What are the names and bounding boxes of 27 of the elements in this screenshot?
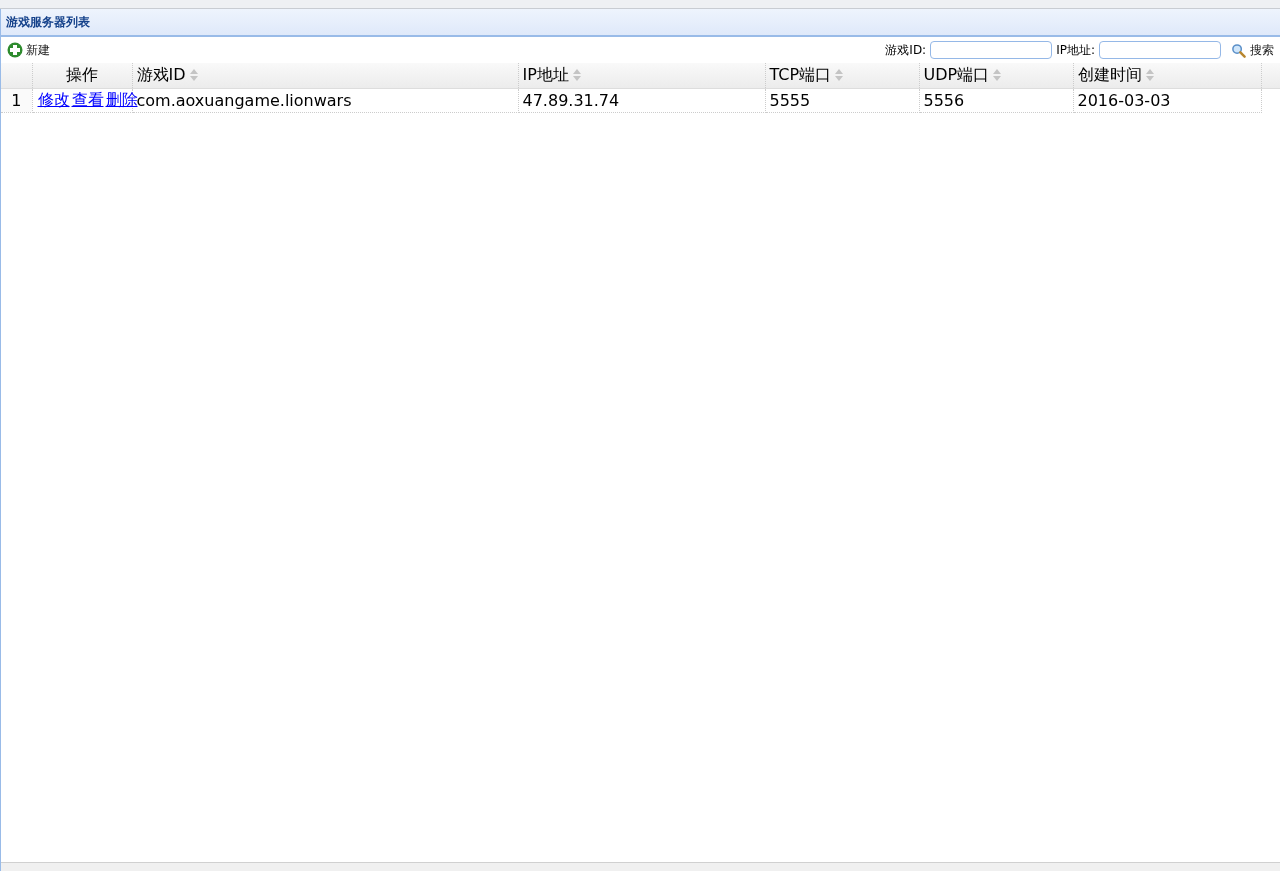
action-link[interactable]: 修改 xyxy=(37,89,70,109)
row-number: 1 xyxy=(1,88,32,112)
sort-icon[interactable] xyxy=(835,68,844,81)
search-icon xyxy=(1231,42,1246,58)
column-header: 操作 xyxy=(32,63,132,88)
new-button[interactable]: 新建 xyxy=(7,41,50,59)
filter-label: IP地址: xyxy=(1056,41,1095,59)
column-header[interactable]: 游戏ID xyxy=(132,63,518,88)
sort-icon[interactable] xyxy=(572,68,581,81)
search-button[interactable]: 搜索 xyxy=(1225,41,1274,59)
input-field[interactable] xyxy=(1099,41,1221,59)
filter-label: 游戏ID: xyxy=(885,41,927,59)
table-cell: 47.89.31.74 xyxy=(518,88,765,112)
sort-icon[interactable] xyxy=(993,68,1002,81)
input-field[interactable] xyxy=(930,41,1053,59)
action-link[interactable]: 查看 xyxy=(71,89,104,109)
plus-icon xyxy=(7,42,23,58)
table-cell: 2016-03-03 xyxy=(1073,88,1261,112)
sort-icon[interactable] xyxy=(189,68,198,81)
table-cell: 5555 xyxy=(765,88,919,112)
column-header[interactable]: UDP端口 xyxy=(919,63,1073,88)
column-header[interactable]: TCP端口 xyxy=(765,63,919,88)
column-header[interactable]: IP地址 xyxy=(518,63,765,88)
sort-icon[interactable] xyxy=(1145,68,1154,81)
column-header[interactable]: 创建时间 xyxy=(1073,63,1261,88)
table-cell: 5556 xyxy=(919,88,1073,112)
panel-title: 游戏服务器列表 xyxy=(6,13,90,31)
